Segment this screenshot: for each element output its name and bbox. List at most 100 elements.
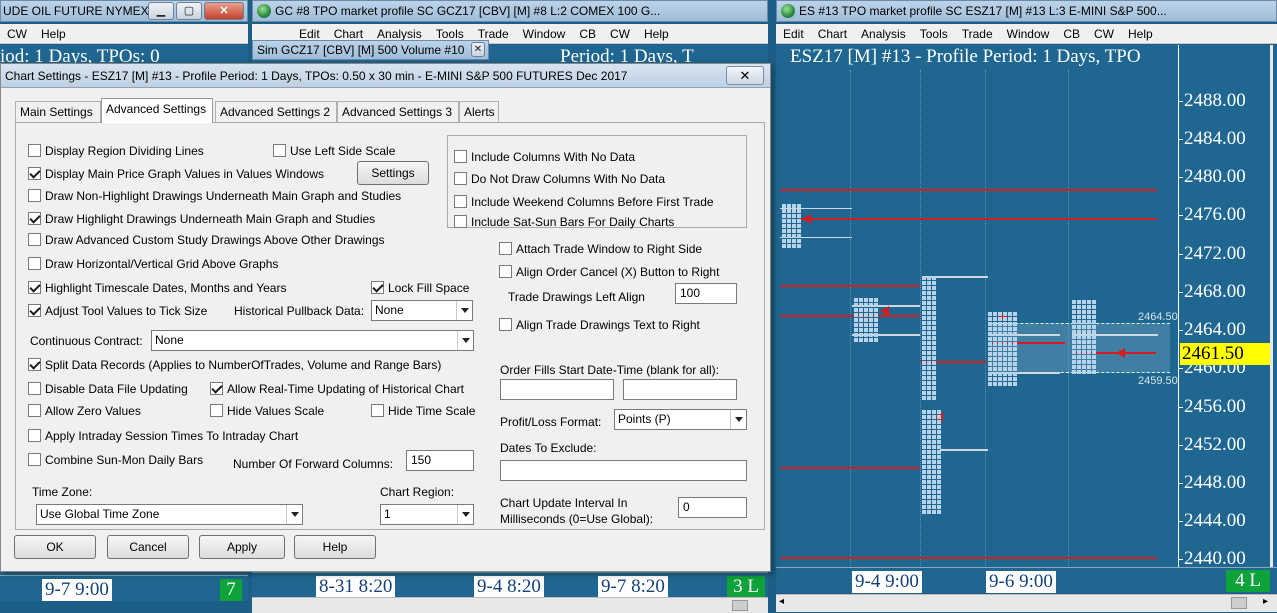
trade-drawings-left-input[interactable]: 100 xyxy=(675,283,737,304)
price-label: 2488.00 xyxy=(1184,90,1246,111)
price-label: 2468.00 xyxy=(1184,281,1246,302)
cancel-button[interactable]: Cancel xyxy=(107,535,189,559)
menu-trade[interactable]: Trade xyxy=(478,27,509,41)
minimize-button[interactable]: ▁ xyxy=(148,2,174,20)
checkbox-box[interactable] xyxy=(28,453,41,466)
checkbox-box[interactable] xyxy=(28,212,41,225)
continuous-contract-select[interactable]: None xyxy=(151,330,474,351)
checkbox-box[interactable] xyxy=(28,404,41,417)
maximize-button[interactable]: ▢ xyxy=(176,2,202,20)
es-window-titlebar[interactable]: ES #13 TPO market profile SC ESZ17 [M] #… xyxy=(776,0,1277,22)
chevron-down-icon[interactable] xyxy=(730,410,746,429)
menu-cw[interactable]: CW xyxy=(7,27,27,41)
menu-cb[interactable]: CB xyxy=(579,27,596,41)
apply-button[interactable]: Apply xyxy=(199,535,285,559)
historical-pullback-select[interactable]: None xyxy=(371,300,473,321)
order-fills-to-input[interactable] xyxy=(623,379,737,400)
tab-main-settings[interactable]: Main Settings xyxy=(15,101,101,123)
menu-chart[interactable]: Chart xyxy=(818,27,847,41)
menu-edit[interactable]: Edit xyxy=(299,27,320,41)
level-line xyxy=(780,189,1157,191)
axis-tick xyxy=(1178,292,1183,293)
menu-analysis[interactable]: Analysis xyxy=(377,27,422,41)
checkbox-box[interactable] xyxy=(210,382,223,395)
scroll-thumb[interactable] xyxy=(1231,597,1247,609)
checkbox-box[interactable] xyxy=(28,358,41,371)
chevron-down-icon[interactable] xyxy=(286,505,302,524)
checkbox-box[interactable] xyxy=(28,382,41,395)
menu-chart[interactable]: Chart xyxy=(334,27,363,41)
checkbox-box[interactable] xyxy=(28,167,41,180)
dialog-titlebar[interactable]: Chart Settings - ESZ17 [M] #13 - Profile… xyxy=(1,64,770,88)
crude-window-titlebar[interactable]: UDE OIL FUTURE NYMEX... ▁ ▢ ✕ xyxy=(0,0,248,22)
gc-badge: 3 L xyxy=(727,576,765,598)
menu-window[interactable]: Window xyxy=(1007,27,1050,41)
tab-alerts[interactable]: Alerts xyxy=(459,101,499,123)
checkbox-box[interactable] xyxy=(28,144,41,157)
menu-cw[interactable]: CW xyxy=(1094,27,1114,41)
checkbox-box[interactable] xyxy=(28,257,41,270)
settings-button[interactable]: Settings xyxy=(357,161,429,185)
checkbox-box[interactable] xyxy=(371,281,384,294)
checkbox-box[interactable] xyxy=(28,304,41,317)
menu-help[interactable]: Help xyxy=(1128,27,1153,41)
dialog-close-button[interactable]: ✕ xyxy=(726,66,764,85)
checkbox-box[interactable] xyxy=(371,404,384,417)
menu-analysis[interactable]: Analysis xyxy=(861,27,906,41)
grid-line xyxy=(920,70,921,566)
checkbox-box[interactable] xyxy=(28,233,41,246)
ok-button[interactable]: OK xyxy=(14,535,96,559)
help-button[interactable]: Help xyxy=(294,535,376,559)
checkbox-box[interactable] xyxy=(28,429,41,442)
checkbox-box[interactable] xyxy=(499,242,512,255)
sim-window-titlebar[interactable]: Sim GCZ17 [CBV] [M] 500 Volume #10 ✕ xyxy=(252,40,489,60)
scroll-thumb[interactable] xyxy=(732,600,748,611)
update-interval-input[interactable]: 0 xyxy=(678,497,747,518)
menu-cb[interactable]: CB xyxy=(1063,27,1080,41)
chevron-down-icon[interactable] xyxy=(457,505,473,524)
checkbox-box[interactable] xyxy=(499,318,512,331)
checkbox-box[interactable] xyxy=(28,281,41,294)
menu-help[interactable]: Help xyxy=(41,27,66,41)
tab-advanced-settings-2[interactable]: Advanced Settings 2 xyxy=(215,101,337,123)
menu-tools[interactable]: Tools xyxy=(436,27,464,41)
tpo-profile xyxy=(922,410,941,514)
scroll-right-arrow[interactable]: ▸ xyxy=(1263,596,1268,607)
close-button[interactable]: ✕ xyxy=(471,42,485,57)
order-fills-from-input[interactable] xyxy=(500,379,614,400)
tab-advanced-settings[interactable]: Advanced Settings xyxy=(101,98,213,123)
checkbox-box[interactable] xyxy=(454,195,467,208)
arrow-marker xyxy=(1116,348,1125,358)
profit-loss-select[interactable]: Points (P) xyxy=(614,409,747,430)
chevron-down-icon[interactable] xyxy=(456,301,472,320)
menu-edit[interactable]: Edit xyxy=(783,27,804,41)
checkbox-box[interactable] xyxy=(28,189,41,202)
checkbox-box[interactable] xyxy=(273,144,286,157)
checkbox-box[interactable] xyxy=(454,172,467,185)
checkbox-box[interactable] xyxy=(499,265,512,278)
scroll-left-arrow[interactable]: ◂ xyxy=(779,596,784,607)
menu-trade[interactable]: Trade xyxy=(962,27,993,41)
es-horizontal-scrollbar[interactable]: ◂ ▸ xyxy=(776,594,1277,612)
time-zone-select[interactable]: Use Global Time Zone xyxy=(36,504,303,525)
tab-advanced-settings-3[interactable]: Advanced Settings 3 xyxy=(337,101,459,123)
gc-horizontal-scrollbar[interactable] xyxy=(252,597,768,613)
gc-window-titlebar[interactable]: GC #8 TPO market profile SC GCZ17 [CBV] … xyxy=(252,0,768,22)
forward-columns-input[interactable]: 150 xyxy=(406,450,474,471)
checkbox-box[interactable] xyxy=(454,215,467,228)
current-price-label: 2461.50 xyxy=(1180,343,1270,365)
advanced-settings-page: Display Region Dividing Lines Use Left S… xyxy=(15,122,765,530)
gc-window-title: GC #8 TPO market profile SC GCZ17 [CBV] … xyxy=(275,4,661,18)
menu-window[interactable]: Window xyxy=(523,27,566,41)
dates-exclude-input[interactable] xyxy=(500,460,747,481)
chevron-down-icon[interactable] xyxy=(457,331,473,350)
menu-help[interactable]: Help xyxy=(644,27,669,41)
chart-region-select[interactable]: 1 xyxy=(380,504,474,525)
crude-badge: 7 xyxy=(220,579,242,601)
gc-date-label: 8-31 8:20 xyxy=(316,576,396,598)
checkbox-box[interactable] xyxy=(454,150,467,163)
checkbox-box[interactable] xyxy=(210,404,223,417)
menu-cw[interactable]: CW xyxy=(610,27,630,41)
close-button[interactable]: ✕ xyxy=(204,2,244,20)
menu-tools[interactable]: Tools xyxy=(920,27,948,41)
